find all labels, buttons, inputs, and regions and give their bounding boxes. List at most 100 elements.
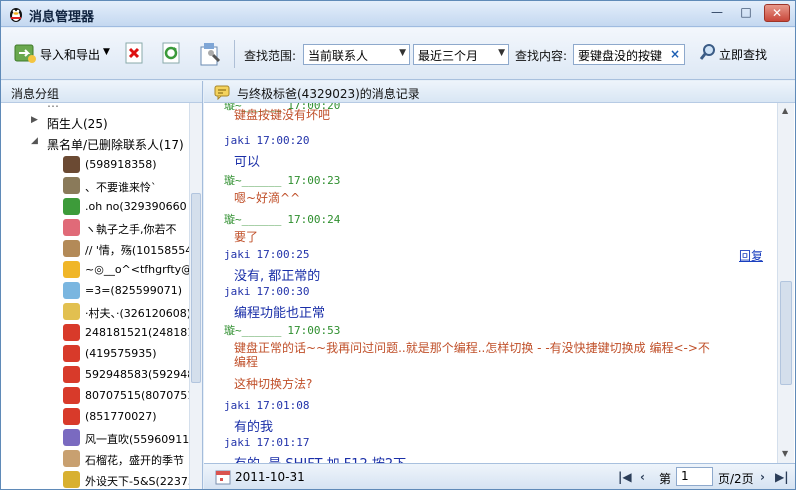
- message-sender: 璇~______: [224, 174, 282, 187]
- scope-select[interactable]: 当前联系人 ▼: [303, 44, 410, 65]
- message-text: 有的, 是 SHIFT 加 F12 按2下: [234, 453, 406, 463]
- message-text: 嗯~好滴^^: [234, 191, 301, 205]
- first-page-button[interactable]: |◀: [618, 470, 632, 484]
- last-page-button[interactable]: ▶|: [775, 470, 789, 484]
- contact-row[interactable]: ~◎__o^<tfhgrfty@: [1, 260, 189, 281]
- message-time: 17:00:20: [256, 134, 310, 147]
- import-export-label: 导入和导出: [40, 48, 101, 62]
- contact-avatar-icon: [63, 324, 80, 341]
- import-export-button[interactable]: 导入和导出 ▼: [11, 41, 115, 67]
- import-export-icon: [13, 41, 37, 68]
- reply-link[interactable]: 回复: [739, 247, 763, 264]
- search-now-button[interactable]: 立即查找: [697, 42, 777, 68]
- tree-group-blacklist[interactable]: ◢ 黑名单/已删除联系人(17): [1, 133, 189, 154]
- message-meta: jaki 17:01:08: [224, 399, 309, 412]
- manage-button[interactable]: [197, 41, 223, 67]
- message-text: 可以: [234, 155, 261, 170]
- minimize-button[interactable]: —: [705, 4, 729, 22]
- tree-group-strangers[interactable]: ▶ 陌生人(25): [1, 112, 189, 133]
- contact-name: 80707515(80707515): [85, 389, 189, 402]
- sidebar-scrollbar[interactable]: [189, 103, 202, 489]
- clear-icon[interactable]: ×: [670, 47, 680, 61]
- message-time: 17:00:24: [287, 213, 341, 226]
- message-manager-window: 消息管理器 — □ ✕ 导入和导出 ▼ 查找范围: 当前联系人 ▼ 最近三个月: [0, 0, 796, 490]
- calendar-icon[interactable]: [215, 469, 231, 488]
- message-pane-header: 与终极标爸(4329023)的消息记录: [204, 81, 795, 103]
- message-sender: 璇~______: [224, 324, 282, 337]
- scroll-thumb[interactable]: [780, 281, 792, 385]
- message-sender: 璇~______: [224, 213, 282, 226]
- message-time: 17:00:25: [256, 248, 310, 261]
- message-text: 键盘正常的话~~我再问过问题..就是那个编程..怎样切换 - -有没快捷键切换成…: [234, 341, 710, 355]
- contact-row[interactable]: =3=(825599071): [1, 281, 189, 302]
- scroll-up-icon[interactable]: ▲: [782, 106, 788, 115]
- time-range-select[interactable]: 最近三个月 ▼: [413, 44, 509, 65]
- contact-avatar-icon: [63, 261, 80, 278]
- contact-avatar-icon: [63, 219, 80, 236]
- refresh-icon: [162, 42, 180, 64]
- contact-row[interactable]: ヽ執子之手,你若不: [1, 218, 189, 239]
- content-label: 查找内容:: [515, 49, 568, 63]
- message-scrollbar[interactable]: ▲ ▼: [777, 103, 794, 463]
- message-pane-title: 与终极标爸(4329023)的消息记录: [237, 87, 420, 101]
- message-time: 17:01:08: [256, 399, 310, 412]
- message-time: 17:00:30: [256, 285, 310, 298]
- message-text: 编程功能也正常: [234, 306, 326, 321]
- page-prefix: 第: [659, 472, 672, 486]
- search-now-label: 立即查找: [719, 48, 768, 62]
- scope-value: 当前联系人: [308, 49, 369, 63]
- contact-row[interactable]: 石榴花，盛开的季节: [1, 449, 189, 470]
- delete-button[interactable]: [123, 41, 147, 67]
- contact-row[interactable]: (851770027): [1, 407, 189, 428]
- contact-name: 风一直吹(55960911): [85, 433, 189, 446]
- search-content-input[interactable]: 要键盘没的按键 ×: [573, 44, 685, 65]
- group-label: 黑名单/已删除联系人(17): [47, 138, 184, 152]
- next-page-button[interactable]: ›: [760, 470, 765, 484]
- page-number-input[interactable]: 1: [676, 467, 713, 486]
- contact-name: ~◎__o^<tfhgrfty@: [85, 263, 189, 276]
- time-range-value: 最近三个月: [418, 49, 479, 63]
- contact-row[interactable]: 、不要谁来怜`: [1, 176, 189, 197]
- contact-name: ヽ執子之手,你若不: [85, 223, 177, 236]
- contact-row[interactable]: .oh no(329390660: [1, 197, 189, 218]
- contact-row[interactable]: 592948583(59294858: [1, 365, 189, 386]
- contact-row[interactable]: 外设天下-5&S(22373: [1, 470, 189, 489]
- scope-label: 查找范围:: [244, 49, 297, 63]
- contact-name: // '情，殇(101585540: [85, 244, 189, 257]
- close-button[interactable]: ✕: [764, 4, 790, 22]
- chevron-down-icon: ▼: [103, 47, 110, 57]
- message-text: 有的我: [234, 420, 274, 435]
- scroll-thumb[interactable]: [191, 193, 201, 383]
- contact-avatar-icon: [63, 450, 80, 467]
- contact-row[interactable]: // '情，殇(101585540: [1, 239, 189, 260]
- contact-name: 石榴花，盛开的季节: [85, 454, 184, 467]
- footer-date: 2011-10-31: [235, 470, 305, 484]
- contact-row[interactable]: (419575935): [1, 344, 189, 365]
- page-suffix: 页/2页: [718, 472, 754, 486]
- contact-row[interactable]: (598918358): [1, 155, 189, 176]
- contact-row[interactable]: 80707515(80707515): [1, 386, 189, 407]
- message-meta: jaki 17:00:20: [224, 134, 309, 147]
- contact-row[interactable]: ·村夫、·(326120608): [1, 302, 189, 323]
- message-history-icon: [214, 84, 230, 103]
- contact-row[interactable]: 风一直吹(55960911): [1, 428, 189, 449]
- group-label: 陌生人(25): [47, 117, 108, 131]
- sidebar-header: 消息分组: [1, 81, 202, 103]
- message-meta: 璇~______ 17:00:53: [224, 322, 340, 338]
- contact-name: .oh no(329390660: [85, 200, 187, 213]
- message-text-continued: 编程: [234, 355, 259, 369]
- chevron-right-icon: ▶: [31, 115, 38, 125]
- message-meta: jaki 17:00:30: [224, 285, 309, 298]
- qq-penguin-icon: [8, 5, 24, 23]
- contact-row[interactable]: 248181521(24818152: [1, 323, 189, 344]
- contact-name: 248181521(24818152: [85, 326, 189, 339]
- sidebar: 消息分组 ⋯ ▶ 陌生人(25) ◢ 黑名单/已删除联系人(17) (59891…: [1, 81, 203, 489]
- prev-page-button[interactable]: ‹: [640, 470, 645, 484]
- delete-icon: [125, 42, 143, 64]
- maximize-button[interactable]: □: [734, 4, 758, 22]
- footer-bar: 2011-10-31 |◀ ‹ 第 1 页/2页 › ▶|: [204, 463, 795, 489]
- scroll-down-icon[interactable]: ▼: [782, 449, 788, 458]
- refresh-button[interactable]: [160, 41, 184, 67]
- message-sender: jaki: [224, 399, 251, 412]
- contact-name: (419575935): [85, 347, 157, 360]
